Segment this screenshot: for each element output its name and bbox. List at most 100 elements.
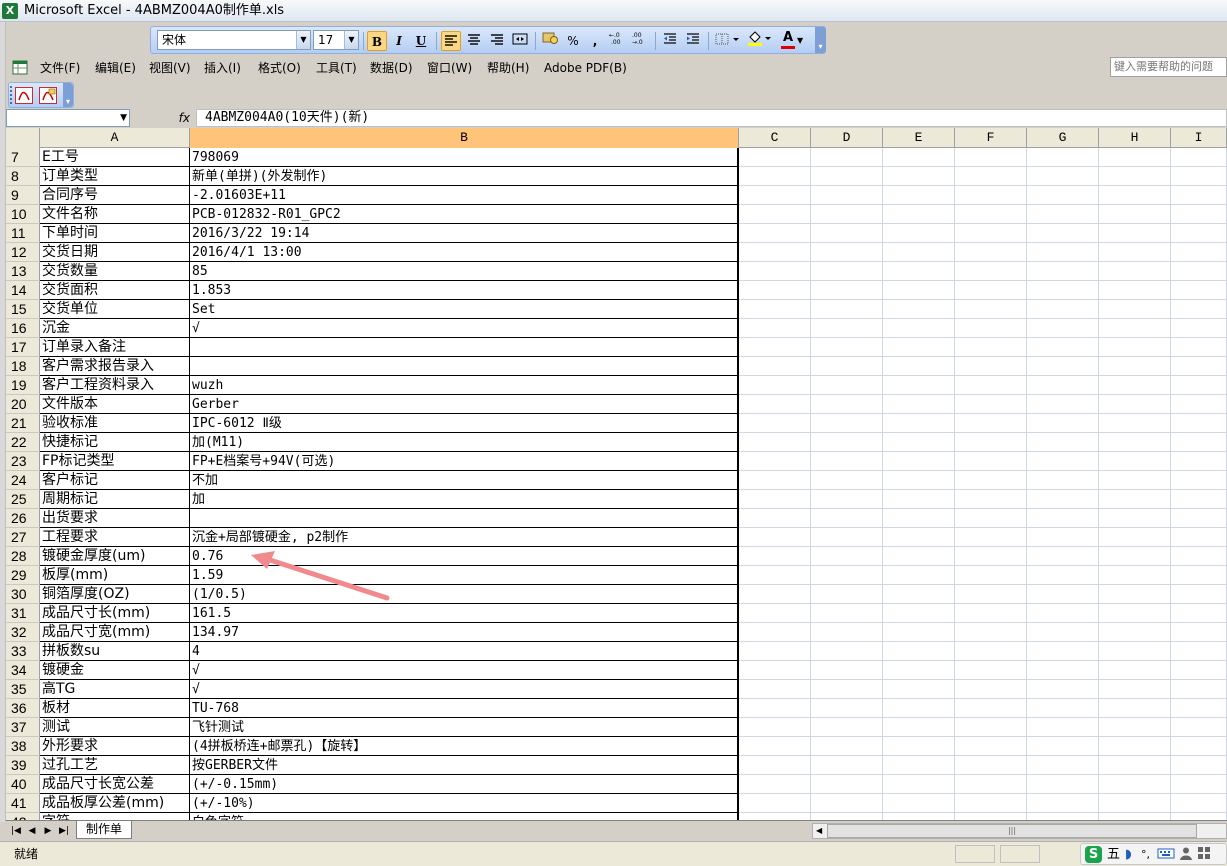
empty-cell[interactable] [811,566,883,585]
row-header[interactable]: 22 [6,433,40,452]
pdf-email-icon[interactable] [39,87,57,104]
row-header[interactable]: 32 [6,623,40,642]
cell-a[interactable]: 周期标记 [40,490,190,509]
empty-cell[interactable] [883,737,955,756]
cell-a[interactable]: 交货单位 [40,300,190,319]
empty-cell[interactable] [739,623,811,642]
empty-cell[interactable] [883,224,955,243]
cell-a[interactable]: 成品尺寸宽(mm) [40,623,190,642]
row-header[interactable]: 8 [6,167,40,186]
empty-cell[interactable] [739,357,811,376]
empty-cell[interactable] [1171,414,1227,433]
row-header[interactable]: 27 [6,528,40,547]
empty-cell[interactable] [955,262,1027,281]
empty-cell[interactable] [883,775,955,794]
empty-cell[interactable] [955,737,1027,756]
row-header[interactable]: 39 [6,756,40,775]
empty-cell[interactable] [883,452,955,471]
cell-a[interactable]: 文件名称 [40,205,190,224]
column-header-a[interactable]: A [40,128,190,148]
empty-cell[interactable] [1027,680,1099,699]
empty-cell[interactable] [883,680,955,699]
empty-cell[interactable] [1027,509,1099,528]
empty-cell[interactable] [883,414,955,433]
ime-mode[interactable]: 五 [1107,846,1120,864]
empty-cell[interactable] [739,718,811,737]
empty-cell[interactable] [883,642,955,661]
empty-cell[interactable] [1171,376,1227,395]
empty-cell[interactable] [883,433,955,452]
cell-a[interactable]: 镀硬金 [40,661,190,680]
empty-cell[interactable] [1171,262,1227,281]
empty-cell[interactable] [811,509,883,528]
cell-a[interactable]: 客户需求报告录入 [40,357,190,376]
empty-cell[interactable] [1027,775,1099,794]
empty-cell[interactable] [739,243,811,262]
cell-a[interactable]: 订单类型 [40,167,190,186]
empty-cell[interactable] [739,471,811,490]
empty-cell[interactable] [955,395,1027,414]
empty-cell[interactable] [1099,433,1171,452]
cell-a[interactable]: 成品板厚公差(mm) [40,794,190,813]
empty-cell[interactable] [1171,452,1227,471]
empty-cell[interactable] [811,452,883,471]
empty-cell[interactable] [955,756,1027,775]
empty-cell[interactable] [955,319,1027,338]
empty-cell[interactable] [1099,490,1171,509]
cell-a[interactable]: 板厚(mm) [40,566,190,585]
empty-cell[interactable] [739,376,811,395]
empty-cell[interactable] [739,490,811,509]
empty-cell[interactable] [811,813,883,820]
empty-cell[interactable] [955,414,1027,433]
empty-cell[interactable] [1099,566,1171,585]
empty-cell[interactable] [1099,794,1171,813]
empty-cell[interactable] [1171,661,1227,680]
cell-b[interactable]: 加 [190,490,739,509]
cell-a[interactable]: 交货数量 [40,262,190,281]
empty-cell[interactable] [1027,756,1099,775]
empty-cell[interactable] [739,775,811,794]
empty-cell[interactable] [811,756,883,775]
empty-cell[interactable] [955,547,1027,566]
empty-cell[interactable] [1027,243,1099,262]
cell-a[interactable]: 过孔工艺 [40,756,190,775]
font-name-select[interactable]: 宋体 ▼ [157,30,311,50]
cell-b[interactable]: 新单(单拼)(外发制作) [190,167,739,186]
percent-button[interactable]: % [563,31,583,51]
empty-cell[interactable] [883,395,955,414]
empty-cell[interactable] [1099,452,1171,471]
cell-b[interactable]: 4 [190,642,739,661]
cell-b[interactable]: √ [190,661,739,680]
cell-b[interactable] [190,338,739,357]
align-center-button[interactable] [464,31,484,51]
cell-b[interactable]: √ [190,319,739,338]
empty-cell[interactable] [883,794,955,813]
cell-b[interactable]: 798069 [190,148,739,167]
row-header[interactable]: 11 [6,224,40,243]
cell-a[interactable]: 工程要求 [40,528,190,547]
empty-cell[interactable] [739,167,811,186]
cell-b[interactable] [190,509,739,528]
row-header[interactable]: 30 [6,585,40,604]
underline-button[interactable]: U [411,31,431,51]
empty-cell[interactable] [1027,148,1099,167]
empty-cell[interactable] [739,756,811,775]
empty-cell[interactable] [1027,357,1099,376]
empty-cell[interactable] [811,737,883,756]
row-header[interactable]: 12 [6,243,40,262]
scrollbar-thumb[interactable]: ||| [827,824,1197,838]
comma-style-button[interactable]: , [585,31,605,51]
empty-cell[interactable] [1027,186,1099,205]
row-header[interactable]: 23 [6,452,40,471]
row-header[interactable]: 29 [6,566,40,585]
empty-cell[interactable] [883,756,955,775]
empty-cell[interactable] [955,528,1027,547]
cell-a[interactable]: 板材 [40,699,190,718]
empty-cell[interactable] [955,224,1027,243]
empty-cell[interactable] [811,186,883,205]
empty-cell[interactable] [811,718,883,737]
empty-cell[interactable] [955,148,1027,167]
cell-a[interactable]: 客户标记 [40,471,190,490]
empty-cell[interactable] [1027,376,1099,395]
cell-a[interactable]: 客户工程资料录入 [40,376,190,395]
